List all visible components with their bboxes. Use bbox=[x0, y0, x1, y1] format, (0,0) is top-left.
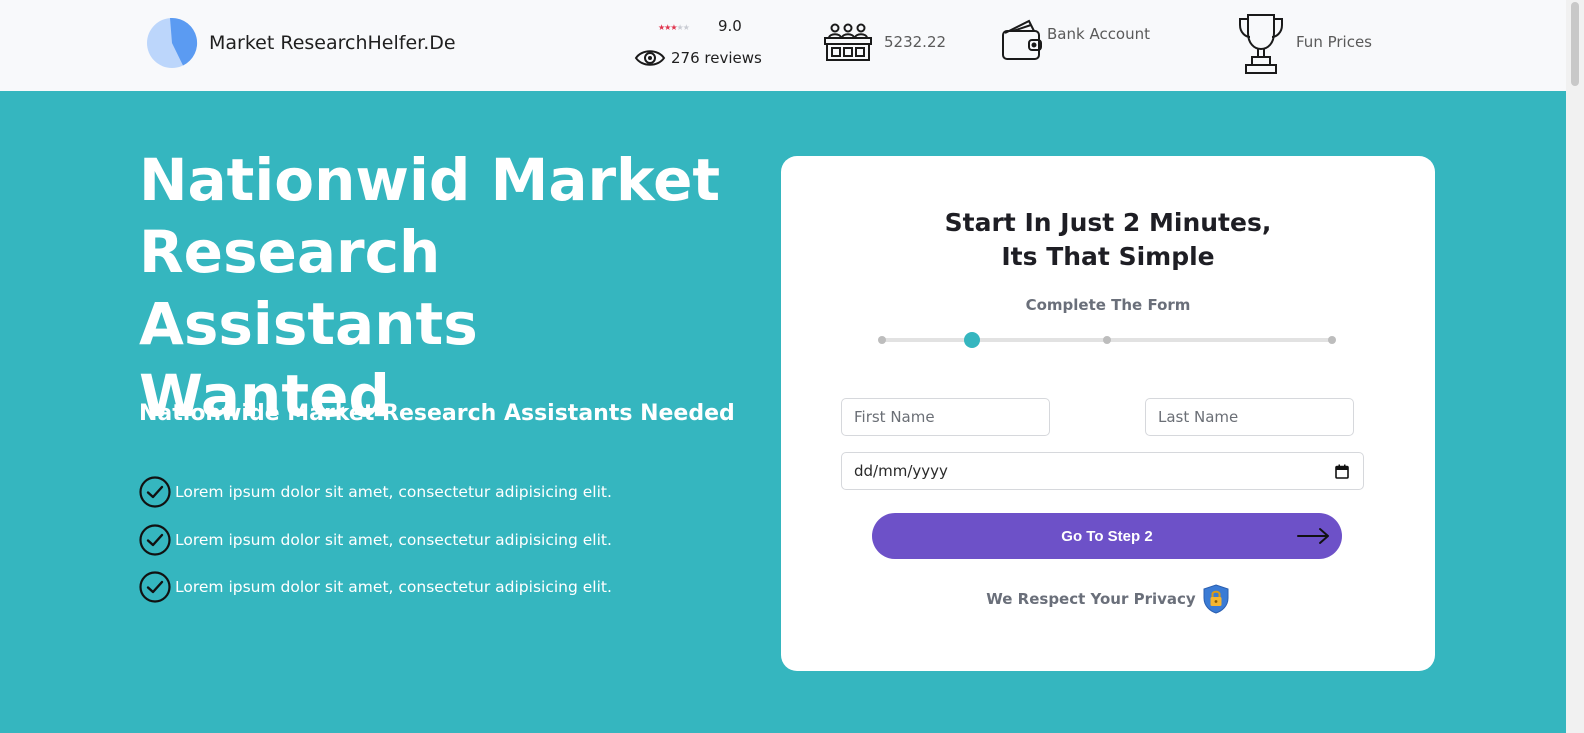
progress-label: Complete The Form bbox=[1025, 296, 1191, 314]
logo-text: Market ResearchHelfer.De bbox=[209, 32, 456, 54]
site-logo[interactable]: Market ResearchHelfer.De bbox=[146, 17, 456, 69]
eye-icon bbox=[634, 50, 666, 66]
hero-title: Nationwid Market Research Assistants Wan… bbox=[139, 146, 721, 430]
submit-label: Go To Step 2 bbox=[1061, 527, 1153, 545]
pie-chart-icon bbox=[147, 17, 198, 68]
reviews-text: 276 reviews bbox=[671, 49, 762, 67]
benefit-text: Lorem ipsum dolor sit amet, consectetur … bbox=[175, 530, 612, 549]
auction-table-icon bbox=[824, 23, 872, 61]
scrollbar-thumb[interactable] bbox=[1571, 2, 1579, 86]
progress-step-1 bbox=[878, 336, 886, 344]
list-item: Lorem ipsum dolor sit amet, consectetur … bbox=[139, 571, 612, 603]
first-name-input[interactable]: First Name bbox=[841, 398, 1050, 436]
form-title: Start In Just 2 Minutes, Its That Simple bbox=[781, 206, 1435, 274]
stat-prices: 5232.22 bbox=[823, 22, 946, 62]
benefits-list: Lorem ipsum dolor sit amet, consectetur … bbox=[139, 476, 612, 619]
reviews-count: 276 reviews bbox=[634, 48, 762, 68]
check-circle-icon bbox=[139, 571, 171, 603]
stat-fun-prices: Fun Prices bbox=[1238, 13, 1372, 75]
shield-lock-icon bbox=[1203, 584, 1229, 614]
privacy-notice: We Respect Your Privacy bbox=[781, 584, 1435, 614]
page-scrollbar[interactable] bbox=[1566, 0, 1584, 733]
progress-step-3 bbox=[1103, 336, 1111, 344]
wallet-icon bbox=[1002, 19, 1042, 60]
signup-form-card: Start In Just 2 Minutes, Its That Simple… bbox=[781, 156, 1435, 671]
form-title-line2: Its That Simple bbox=[1001, 242, 1215, 271]
stat-label: Fun Prices bbox=[1296, 33, 1372, 51]
list-item: Lorem ipsum dolor sit amet, consectetur … bbox=[139, 523, 612, 556]
last-name-placeholder: Last Name bbox=[1158, 408, 1239, 426]
birthdate-input[interactable]: dd/mm/yyyy bbox=[841, 452, 1364, 490]
arrow-right-icon bbox=[1297, 528, 1329, 544]
top-header: Market ResearchHelfer.De ★★★★★ 9.0 276 r… bbox=[0, 0, 1566, 91]
benefit-text: Lorem ipsum dolor sit amet, consectetur … bbox=[175, 578, 612, 596]
birthdate-value: dd/mm/yyyy bbox=[854, 462, 948, 480]
check-circle-icon bbox=[139, 476, 171, 508]
trophy-icon bbox=[1239, 14, 1283, 74]
rating-score: 9.0 bbox=[718, 17, 742, 35]
rating-stars: ★★★★★ bbox=[658, 23, 690, 32]
go-to-step-2-button[interactable]: Go To Step 2 bbox=[872, 513, 1342, 559]
hero-subtitle: Nationwide Market Research Assistants Ne… bbox=[139, 401, 735, 426]
rating-block: ★★★★★ 9.0 276 reviews bbox=[634, 14, 774, 74]
progress-step-2-active bbox=[964, 332, 980, 348]
stat-label: Bank Account bbox=[1047, 25, 1151, 43]
stat-bank-account: Bank Account bbox=[1001, 19, 1150, 63]
star-icon: ★ bbox=[682, 23, 690, 32]
list-item: Lorem ipsum dolor sit amet, consectetur … bbox=[139, 476, 612, 508]
check-circle-icon bbox=[139, 523, 171, 556]
form-title-line1: Start In Just 2 Minutes, bbox=[944, 208, 1272, 237]
last-name-input[interactable]: Last Name bbox=[1145, 398, 1354, 436]
privacy-text: We Respect Your Privacy bbox=[986, 590, 1196, 608]
progress-step-4 bbox=[1328, 336, 1336, 344]
first-name-placeholder: First Name bbox=[854, 408, 935, 426]
calendar-icon[interactable] bbox=[1335, 464, 1349, 479]
stat-value: 5232.22 bbox=[884, 33, 947, 51]
benefit-text: Lorem ipsum dolor sit amet, consectetur … bbox=[175, 483, 612, 501]
